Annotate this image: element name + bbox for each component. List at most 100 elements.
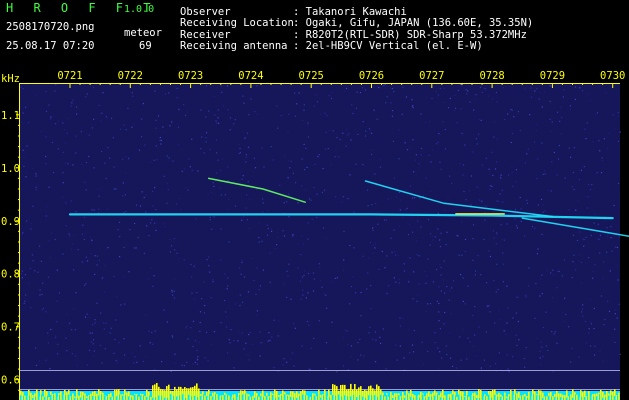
noise-dot	[535, 130, 537, 132]
noise-dot	[320, 280, 322, 282]
noise-dot	[239, 267, 241, 269]
noise-dot	[115, 359, 117, 362]
noise-dot	[617, 140, 620, 142]
intensity-bar	[516, 393, 518, 400]
noise-dot	[212, 279, 214, 281]
noise-dot	[251, 257, 253, 259]
noise-dot	[420, 226, 422, 228]
noise-dot	[612, 114, 614, 116]
noise-dot	[391, 115, 393, 117]
intensity-bar	[432, 392, 434, 400]
noise-dot	[21, 270, 23, 272]
intensity-bar	[450, 393, 452, 400]
noise-dot	[508, 371, 510, 373]
noise-dot	[597, 238, 599, 240]
noise-dot	[262, 211, 264, 213]
noise-dot	[500, 174, 502, 176]
noise-dot	[81, 233, 84, 235]
noise-dot	[552, 371, 554, 373]
noise-dot	[308, 198, 311, 200]
noise-dot	[154, 90, 156, 92]
noise-dot	[496, 232, 498, 234]
noise-dot	[583, 245, 585, 247]
noise-dot	[488, 173, 491, 175]
noise-dot	[601, 157, 603, 159]
y-tick-label: 0.6	[1, 375, 20, 387]
noise-dot	[569, 105, 571, 107]
noise-dot	[421, 341, 423, 343]
noise-dot	[241, 260, 243, 262]
noise-dot	[594, 113, 597, 116]
x-tick-label: 0726	[359, 70, 384, 82]
noise-dot	[549, 118, 551, 120]
intensity-bar	[594, 393, 596, 400]
noise-dot	[480, 274, 482, 276]
noise-dot	[125, 129, 127, 131]
noise-dot	[582, 315, 584, 317]
noise-dot	[385, 102, 387, 104]
noise-dot	[545, 345, 547, 347]
noise-dot	[174, 362, 176, 364]
noise-dot	[414, 197, 416, 199]
noise-dot	[72, 164, 74, 166]
noise-dot	[512, 317, 514, 319]
noise-dot	[386, 96, 388, 98]
noise-dot	[300, 298, 302, 300]
noise-dot	[100, 120, 102, 122]
intensity-bar	[402, 392, 404, 400]
intensity-bar	[36, 389, 38, 400]
noise-dot	[215, 120, 217, 122]
intensity-bar	[335, 395, 337, 400]
noise-dot	[534, 90, 536, 92]
intensity-bar	[29, 395, 31, 400]
noise-dot	[105, 177, 107, 180]
intensity-bar	[312, 393, 314, 400]
noise-dot	[282, 230, 284, 232]
noise-dot	[342, 269, 345, 271]
noise-dot	[273, 367, 275, 369]
noise-dot	[341, 201, 343, 203]
noise-dot	[248, 359, 250, 361]
noise-dot	[249, 198, 251, 200]
noise-dot	[191, 169, 193, 171]
noise-dot	[393, 229, 395, 231]
noise-dot	[41, 293, 43, 295]
noise-dot	[99, 344, 101, 346]
noise-dot	[49, 118, 51, 120]
intensity-bar	[234, 394, 236, 400]
noise-dot	[224, 273, 226, 275]
noise-dot	[594, 264, 596, 266]
intensity-bar	[474, 392, 476, 400]
noise-dot	[304, 189, 307, 191]
noise-dot	[65, 337, 67, 339]
noise-dot	[467, 285, 469, 287]
noise-dot	[243, 102, 245, 104]
noise-dot	[330, 164, 332, 166]
noise-dot	[144, 144, 146, 146]
noise-dot	[372, 252, 374, 254]
intensity-bar	[350, 396, 352, 400]
noise-dot	[600, 172, 603, 174]
intensity-bar	[552, 396, 554, 400]
noise-dot	[200, 109, 202, 111]
noise-dot	[81, 163, 83, 165]
noise-dot	[470, 175, 473, 177]
noise-dot	[242, 216, 244, 218]
noise-dot	[319, 113, 322, 115]
intensity-bar	[95, 396, 97, 400]
noise-dot	[584, 128, 586, 130]
noise-dot	[104, 162, 106, 164]
noise-dot	[516, 344, 518, 346]
noise-dot	[542, 355, 544, 358]
noise-dot	[278, 320, 280, 322]
noise-dot	[191, 292, 193, 294]
intensity-bar	[486, 396, 488, 400]
noise-dot	[208, 110, 210, 112]
noise-dot	[525, 347, 527, 349]
noise-dot	[85, 96, 87, 98]
noise-dot	[405, 96, 408, 98]
noise-dot	[286, 361, 288, 363]
noise-dot	[469, 341, 471, 343]
noise-dot	[173, 278, 175, 280]
noise-dot	[558, 144, 560, 147]
